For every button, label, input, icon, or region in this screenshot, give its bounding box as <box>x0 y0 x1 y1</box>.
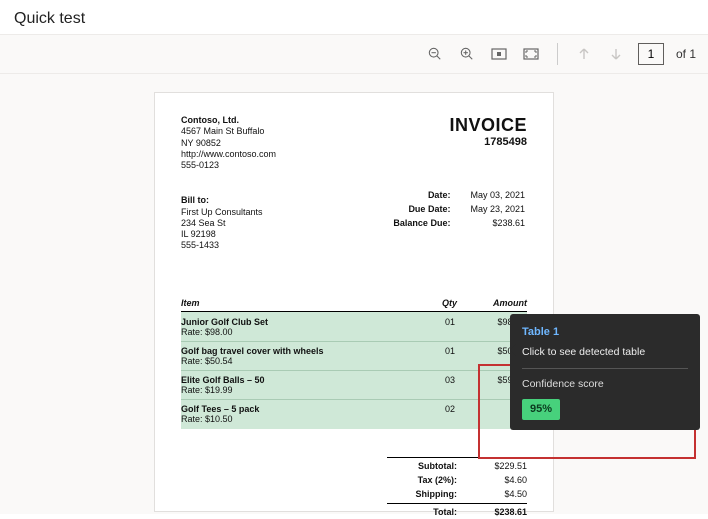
invoice-head: INVOICE 1785498 <box>449 115 527 148</box>
meta-due-value: May 23, 2021 <box>452 203 525 215</box>
item-rate: Rate: $98.00 <box>181 327 415 337</box>
item-name: Golf bag travel cover with wheels <box>181 346 415 356</box>
fit-width-icon[interactable] <box>489 44 509 64</box>
meta-block: Date:May 03, 2021 Due Date:May 23, 2021 … <box>373 187 527 231</box>
item-name: Golf Tees – 5 pack <box>181 404 415 414</box>
meta-date-label: Date: <box>375 189 450 201</box>
subtotal-label: Subtotal: <box>387 457 457 471</box>
zoom-out-icon[interactable] <box>425 44 445 64</box>
subtotal-value: $229.51 <box>457 457 527 471</box>
items-body[interactable]: Junior Golf Club SetRate: $98.00 01 $98.… <box>181 312 527 429</box>
fit-page-icon[interactable] <box>521 44 541 64</box>
page-input[interactable]: 1 <box>638 43 664 65</box>
table-row: Elite Golf Balls – 50Rate: $19.99 03 $59… <box>181 371 527 400</box>
item-rate: Rate: $19.99 <box>181 385 415 395</box>
zoom-in-icon[interactable] <box>457 44 477 64</box>
item-rate: Rate: $50.54 <box>181 356 415 366</box>
shipping-label: Shipping: <box>387 489 457 499</box>
sender-url: http://www.contoso.com <box>181 149 527 160</box>
document-viewport: Contoso, Ltd. 4567 Main St Buffalo NY 90… <box>0 74 708 514</box>
meta-date-value: May 03, 2021 <box>452 189 525 201</box>
items-header-row: Item Qty Amount <box>181 298 527 312</box>
item-qty: 02 <box>415 404 455 424</box>
item-rate: Rate: $10.50 <box>181 414 415 424</box>
invoice-page: Contoso, Ltd. 4567 Main St Buffalo NY 90… <box>154 92 554 512</box>
col-amount: Amount <box>457 298 527 308</box>
col-item: Item <box>181 298 417 308</box>
tooltip-hint: Click to see detected table <box>522 345 688 370</box>
toolbar: 1 of 1 <box>0 34 708 74</box>
billto-phone: 555-1433 <box>181 240 527 251</box>
tax-label: Tax (2%): <box>387 475 457 485</box>
tooltip-confidence-label: Confidence score <box>522 377 688 393</box>
toolbar-separator <box>557 43 558 65</box>
meta-balance-value: $238.61 <box>452 217 525 229</box>
invoice-number: 1785498 <box>449 136 527 148</box>
meta-balance-label: Balance Due: <box>375 217 450 229</box>
item-name: Elite Golf Balls – 50 <box>181 375 415 385</box>
meta-due-label: Due Date: <box>375 203 450 215</box>
item-qty: 03 <box>415 375 455 395</box>
next-page-icon[interactable] <box>606 44 626 64</box>
table-row: Junior Golf Club SetRate: $98.00 01 $98.… <box>181 313 527 342</box>
invoice-title: INVOICE <box>449 115 527 136</box>
tooltip-confidence-value: 95% <box>522 399 560 420</box>
item-qty: 01 <box>415 317 455 337</box>
tax-value: $4.60 <box>457 475 527 485</box>
items-table[interactable]: Item Qty Amount Junior Golf Club SetRate… <box>181 298 527 429</box>
shipping-value: $4.50 <box>457 489 527 499</box>
page-of-label: of 1 <box>676 47 696 61</box>
prev-page-icon[interactable] <box>574 44 594 64</box>
item-qty: 01 <box>415 346 455 366</box>
page-title: Quick test <box>0 0 708 34</box>
table-row: Golf Tees – 5 packRate: $10.50 02 $21 <box>181 400 527 428</box>
col-qty: Qty <box>417 298 457 308</box>
table-row: Golf bag travel cover with wheelsRate: $… <box>181 342 527 371</box>
totals-block: Subtotal:$229.51 Tax (2%):$4.60 Shipping… <box>181 455 527 519</box>
item-name: Junior Golf Club Set <box>181 317 415 327</box>
table-tooltip[interactable]: Table 1 Click to see detected table Conf… <box>510 314 700 430</box>
sender-phone: 555-0123 <box>181 160 527 171</box>
tooltip-table-name[interactable]: Table 1 <box>522 324 688 341</box>
